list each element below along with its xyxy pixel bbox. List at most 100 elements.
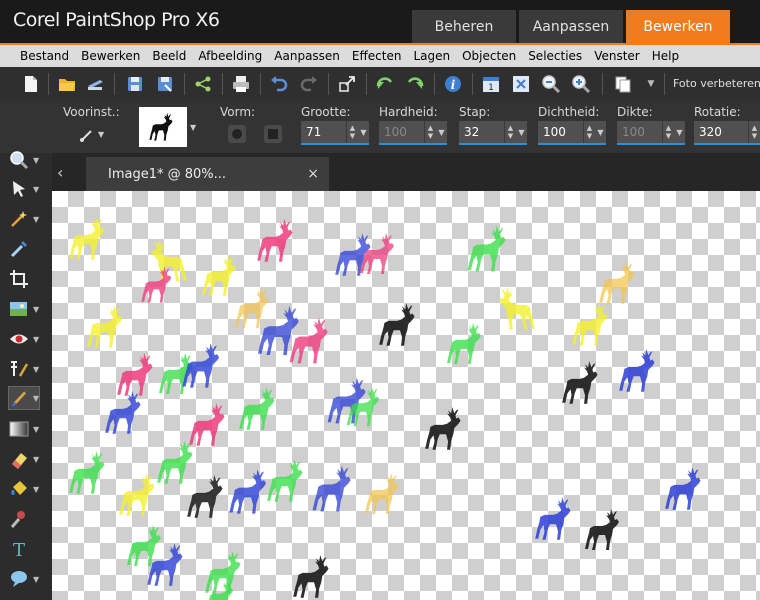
undo-icon[interactable] xyxy=(268,73,290,95)
dropper-tool[interactable] xyxy=(8,237,40,261)
step-label: Stap: xyxy=(459,105,491,119)
selection-tool[interactable]: ▼ xyxy=(8,207,40,231)
menu-help[interactable]: Help xyxy=(646,49,685,63)
picture-tube-tool[interactable] xyxy=(8,507,40,531)
save-icon[interactable] xyxy=(124,73,146,95)
deer-stamp xyxy=(572,303,608,346)
svg-text:i: i xyxy=(451,78,456,92)
hardness-label: Hardheid: xyxy=(379,105,438,119)
thickness-stepper[interactable]: 100 ▲ ▼ ▼ xyxy=(617,121,685,145)
flood-fill-tool[interactable]: ▼ xyxy=(8,477,40,501)
zoom-out-icon[interactable] xyxy=(540,73,562,95)
menu-selecties[interactable]: Selecties xyxy=(522,49,588,63)
menu-beeld[interactable]: Beeld xyxy=(146,49,192,63)
tab-aanpassen[interactable]: Aanpassen xyxy=(519,10,623,44)
zoom-in-icon[interactable] xyxy=(570,73,592,95)
crop-icon xyxy=(10,270,28,288)
print-icon[interactable] xyxy=(230,73,252,95)
scan-icon[interactable] xyxy=(84,73,106,95)
deer-stamp xyxy=(235,287,269,328)
menu-afbeelding[interactable]: Afbeelding xyxy=(192,49,268,63)
deer-stamp xyxy=(267,459,303,502)
deer-stamp xyxy=(119,473,155,516)
share-icon[interactable] xyxy=(192,73,214,95)
menu-aanpassen[interactable]: Aanpassen xyxy=(268,49,346,63)
document-tab-strip: ‹ Image1* @ 80%... × xyxy=(52,153,760,191)
close-icon[interactable]: × xyxy=(307,166,319,182)
scroll-tabs-left-button[interactable]: ‹ xyxy=(57,163,63,182)
menu-objecten[interactable]: Objecten xyxy=(456,49,522,63)
menu-lagen[interactable]: Lagen xyxy=(407,49,456,63)
document-tab[interactable]: Image1* @ 80%... × xyxy=(86,157,329,191)
tab-bewerken[interactable]: Bewerken xyxy=(626,10,730,44)
preset-shape-tool[interactable]: ▼ xyxy=(8,567,40,591)
red-eye-icon xyxy=(10,334,28,344)
open-folder-icon[interactable] xyxy=(56,73,78,95)
deer-stamp xyxy=(202,255,236,296)
copy-icon[interactable] xyxy=(612,73,634,95)
deer-stamp xyxy=(141,266,172,303)
deer-stamp xyxy=(127,525,161,566)
preset-label: Voorinst.: xyxy=(63,105,120,119)
deer-stamp xyxy=(69,217,105,260)
text-icon: T xyxy=(13,540,25,560)
crop-tool[interactable] xyxy=(8,267,40,291)
gradient-icon xyxy=(9,421,29,437)
density-stepper[interactable]: 100 ▲ ▼ ▼ xyxy=(538,121,606,145)
deer-stamp xyxy=(205,551,241,594)
eraser-tool[interactable]: ▼ xyxy=(8,447,40,471)
image-canvas[interactable] xyxy=(52,191,760,600)
photo-fix-button[interactable]: Foto verbeteren xyxy=(673,77,760,90)
new-file-icon[interactable] xyxy=(20,73,42,95)
flood-fill-icon xyxy=(11,481,27,495)
standard-toolbar: i 1 ▼ Foto verbeteren xyxy=(0,67,760,102)
text-tool[interactable]: T xyxy=(8,537,40,561)
menu-bestand[interactable]: Bestand xyxy=(0,49,75,63)
tab-beheren[interactable]: Beheren xyxy=(412,10,516,44)
zoom-icon xyxy=(10,151,29,170)
copy-dropdown-icon[interactable]: ▼ xyxy=(640,73,662,95)
deer-stamp xyxy=(293,555,329,598)
rotate-left-icon[interactable] xyxy=(374,73,396,95)
redo-icon[interactable] xyxy=(298,73,320,95)
resize-icon[interactable] xyxy=(336,73,358,95)
rotation-stepper[interactable]: 320 ▲ ▼ xyxy=(694,121,760,145)
paint-brush-tool[interactable]: ▼ xyxy=(8,386,40,410)
preset-shape-icon xyxy=(11,571,27,587)
square-shape-button[interactable] xyxy=(264,125,282,143)
picture-tube-icon xyxy=(10,511,25,528)
makeover-tool[interactable]: ▼ xyxy=(8,357,40,381)
deer-stamp xyxy=(239,387,275,430)
hardness-stepper[interactable]: 100 ▲ ▼ ▼ xyxy=(379,121,447,145)
step-stepper[interactable]: 32 ▲ ▼ ▼ xyxy=(459,121,527,145)
pick-icon xyxy=(13,181,25,197)
zoom-tool[interactable]: ▼ xyxy=(8,148,40,172)
fit-icon[interactable] xyxy=(510,73,532,95)
preset-button[interactable]: ▼ xyxy=(78,123,108,145)
pick-tool[interactable]: ▼ xyxy=(8,177,40,201)
shape-label: Vorm: xyxy=(220,105,256,119)
calendar-icon[interactable]: 1 xyxy=(480,73,502,95)
deer-stamp xyxy=(447,323,481,364)
red-eye-tool[interactable]: ▼ xyxy=(8,327,40,351)
menu-bewerken[interactable]: Bewerken xyxy=(75,49,146,63)
save-as-icon[interactable] xyxy=(154,73,176,95)
info-icon[interactable]: i xyxy=(442,73,464,95)
brush-dropdown-icon[interactable]: ▼ xyxy=(190,123,196,132)
rotate-right-icon[interactable] xyxy=(404,73,426,95)
deer-stamp xyxy=(499,287,535,330)
deer-stamp xyxy=(562,361,598,404)
size-stepper[interactable]: 71 ▲ ▼ ▼ xyxy=(301,121,369,145)
menu-effecten[interactable]: Effecten xyxy=(346,49,408,63)
menu-bar: Bestand Bewerken Beeld Afbeelding Aanpas… xyxy=(0,45,760,67)
object-extractor-tool[interactable]: ▼ xyxy=(8,297,40,321)
brush-preview[interactable] xyxy=(139,107,187,147)
round-shape-button[interactable] xyxy=(228,125,246,143)
gradient-tool[interactable]: ▼ xyxy=(8,417,40,441)
menu-venster[interactable]: Venster xyxy=(588,49,646,63)
deer-stamp xyxy=(535,497,571,540)
selection-icon xyxy=(11,211,27,227)
deer-stamp xyxy=(379,303,415,346)
tool-options-bar: Voorinst.: Vorm: Grootte: Hardheid: Stap… xyxy=(0,101,760,153)
eraser-icon xyxy=(12,453,27,469)
